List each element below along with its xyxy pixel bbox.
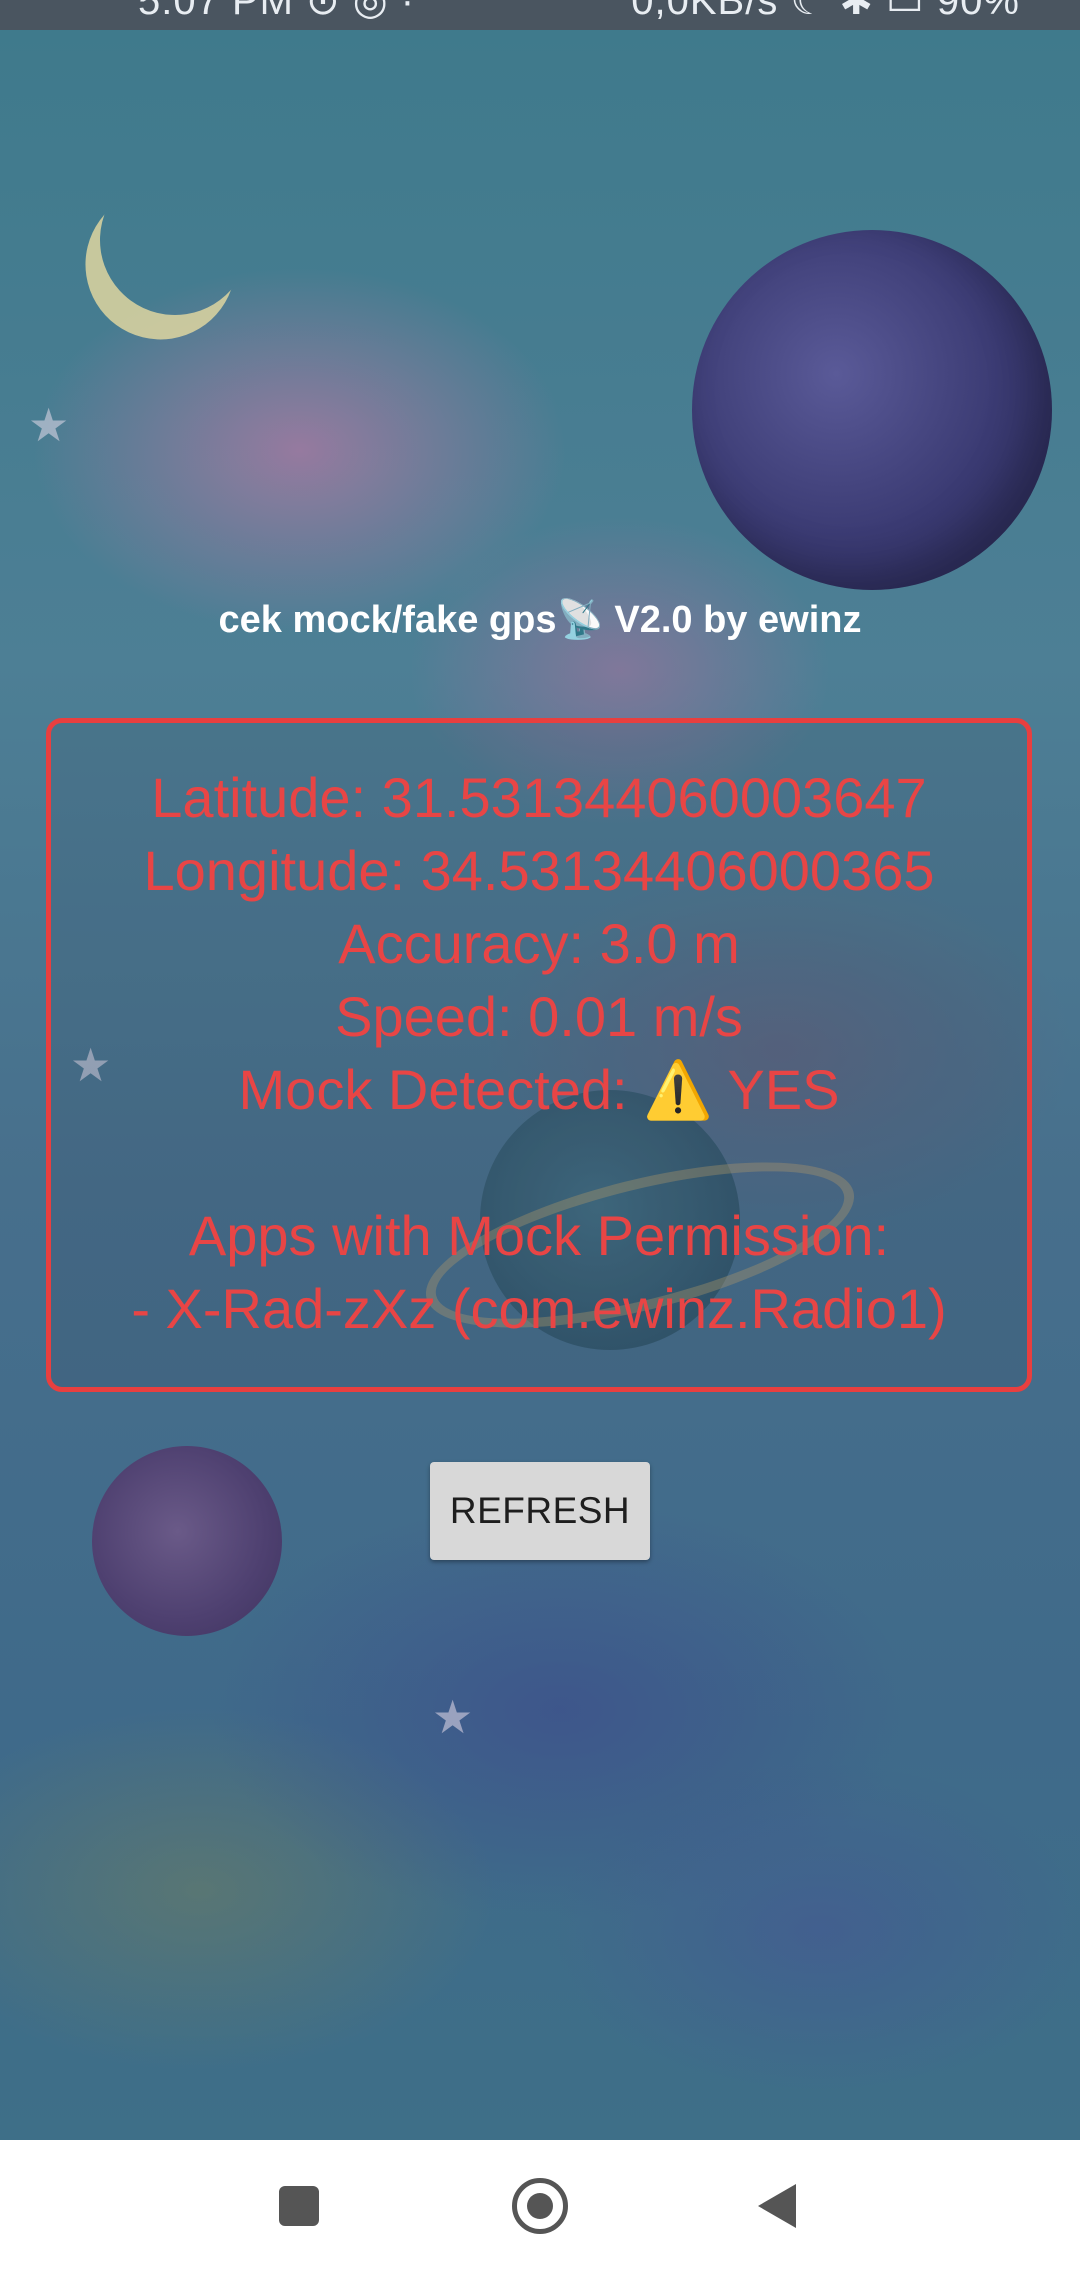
gps-info-card: Latitude: 31.531344060003647 Longitude: … — [46, 718, 1032, 1392]
mock-detected-text: Mock Detected: ⚠️ YES — [238, 1058, 840, 1121]
status-bar-left: 5:07 PM ⊙ ◎ · — [138, 0, 416, 23]
home-icon-dot — [527, 2193, 553, 2219]
satellite-icon: 📡 — [556, 599, 604, 641]
refresh-button[interactable]: REFRESH — [430, 1462, 650, 1560]
screen: 5:07 PM ⊙ ◎ · 0,0KB/s ☾ ✱ ▭ 90% ★ ★ ★ ce… — [0, 0, 1080, 2270]
star-icon: ★ — [28, 399, 70, 451]
app-title-text: cek mock/fake gps — [218, 599, 557, 641]
navigation-bar — [0, 2140, 1080, 2270]
moon-decoration — [79, 144, 271, 336]
apps-header-text: Apps with Mock Permission: — [188, 1204, 890, 1267]
back-icon[interactable] — [758, 2184, 796, 2228]
accuracy-text: Accuracy: 3.0 m — [338, 912, 740, 975]
latitude-text: Latitude: 31.531344060003647 — [151, 766, 927, 829]
status-bar: 5:07 PM ⊙ ◎ · 0,0KB/s ☾ ✱ ▭ 90% — [0, 0, 1080, 30]
app-content: ★ ★ ★ cek mock/fake gps📡 V2.0 by ewinz L… — [0, 30, 1080, 2140]
status-bar-right: 0,0KB/s ☾ ✱ ▭ 90% — [631, 0, 1020, 23]
longitude-text: Longitude: 34.53134406000365 — [143, 839, 935, 902]
recent-apps-icon[interactable] — [279, 2186, 319, 2226]
small-planet-decoration — [92, 1446, 282, 1636]
app-title: cek mock/fake gps📡 V2.0 by ewinz — [0, 598, 1080, 642]
planet-decoration — [692, 230, 1052, 590]
mock-app-item: - X-Rad-zXz (com.ewinz.Radio1) — [131, 1277, 947, 1340]
speed-text: Speed: 0.01 m/s — [335, 985, 743, 1048]
app-title-suffix: V2.0 by ewinz — [603, 599, 862, 641]
star-icon: ★ — [432, 1691, 474, 1743]
home-icon[interactable] — [512, 2178, 568, 2234]
